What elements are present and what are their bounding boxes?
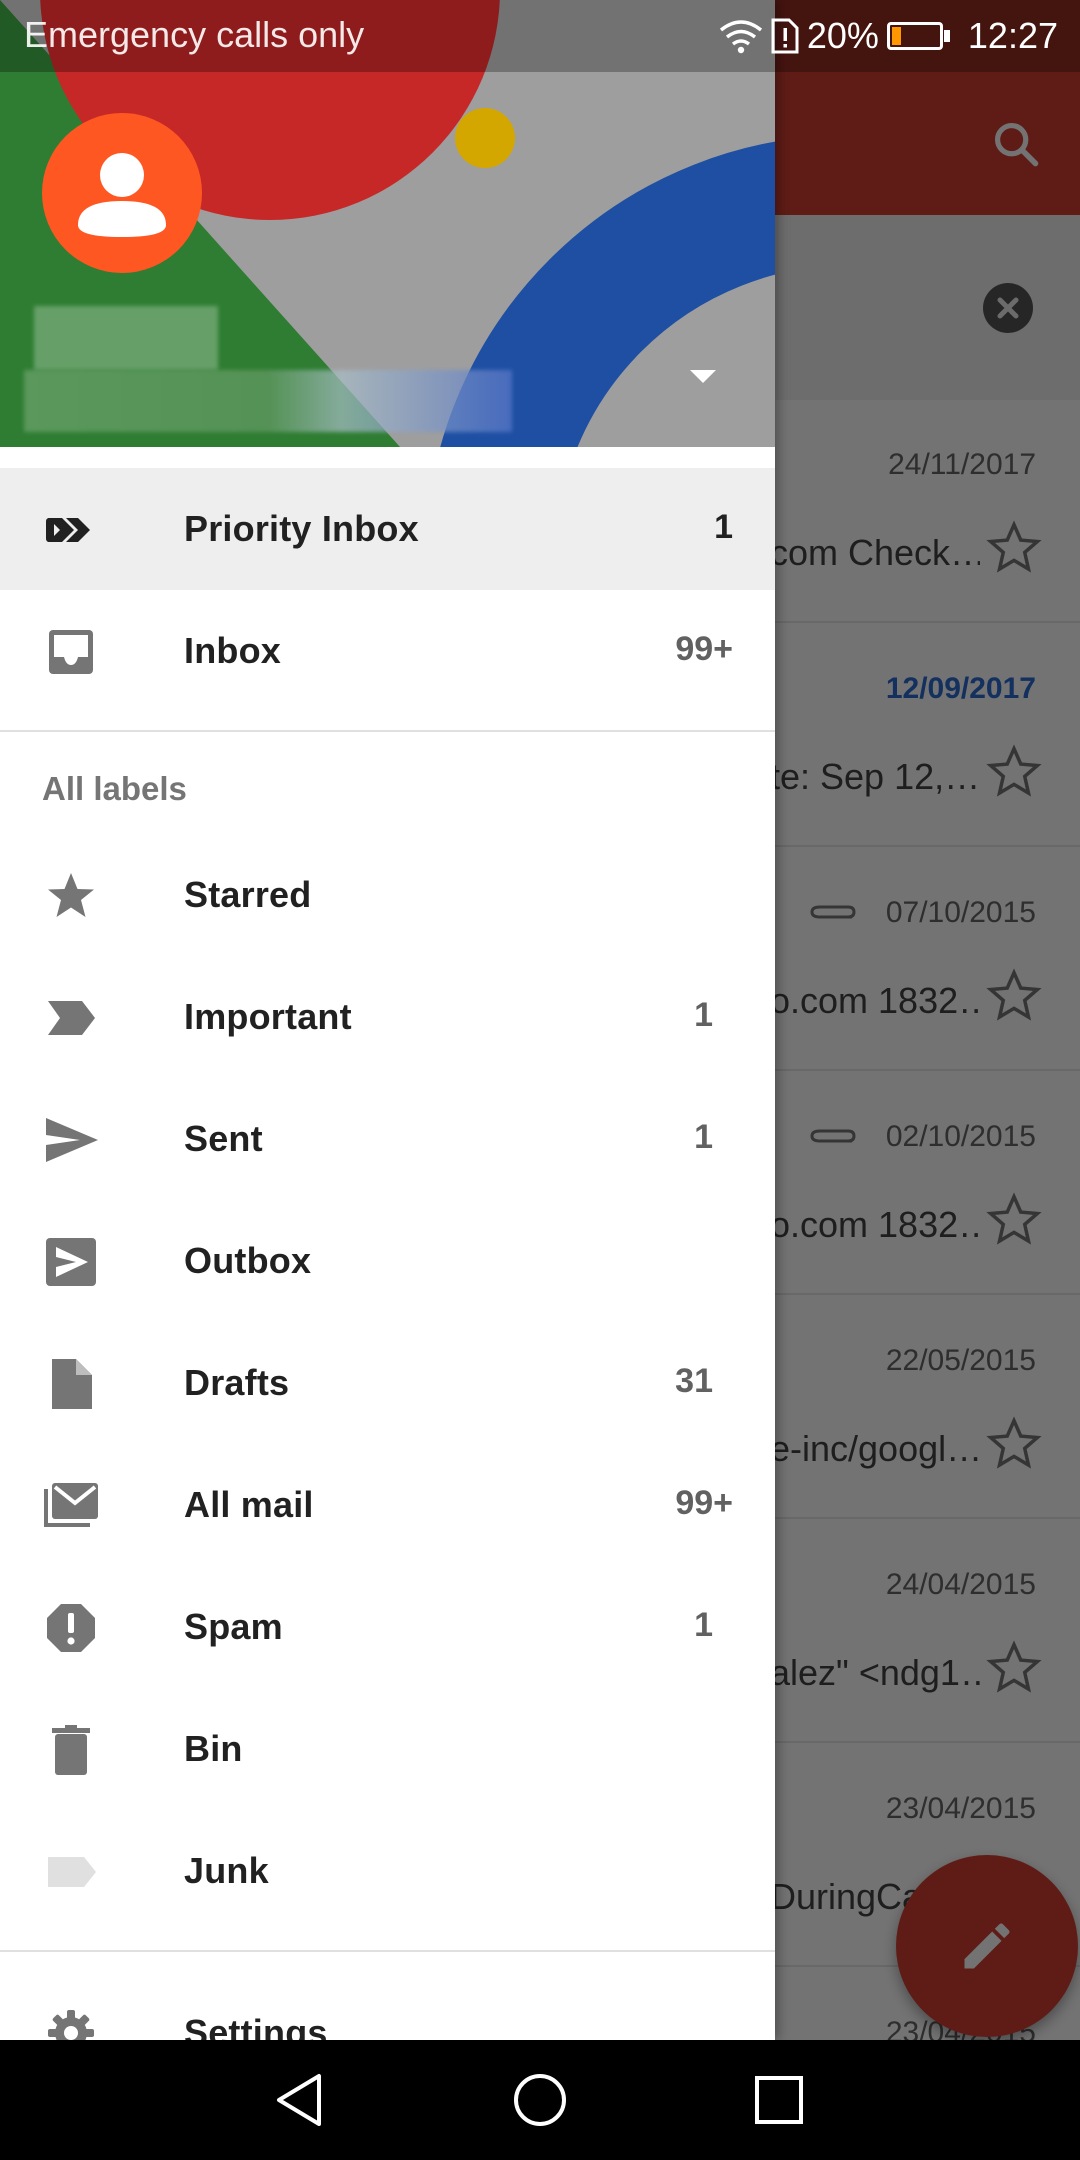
nav-item-junk[interactable]: Junk: [0, 1810, 775, 1932]
battery-icon: [886, 22, 943, 50]
outbox-icon: [46, 1238, 96, 1286]
nav-item-starred[interactable]: Starred: [0, 834, 775, 956]
status-icons: 20% 12:27: [719, 10, 1058, 62]
system-navigation-bar: [0, 2040, 1080, 2160]
nav-label: Priority Inbox: [184, 508, 419, 549]
nav-label: Sent: [184, 1118, 263, 1159]
nav-count: 31: [675, 1362, 713, 1400]
section-divider: [0, 730, 775, 732]
nav-label: Junk: [184, 1850, 269, 1891]
nav-count: 1: [694, 1118, 713, 1156]
nav-item-outbox[interactable]: Outbox: [0, 1200, 775, 1322]
arrow-drop-down-icon[interactable]: [688, 366, 718, 386]
nav-label: Spam: [184, 1606, 283, 1647]
nav-count: 99+: [675, 630, 733, 668]
nav-count: 1: [694, 1606, 713, 1644]
home-icon[interactable]: [510, 2070, 570, 2130]
nav-label: Inbox: [184, 630, 281, 671]
clock: 12:27: [967, 15, 1058, 56]
nav-item-drafts[interactable]: Drafts 31: [0, 1322, 775, 1444]
battery-tip: [943, 30, 950, 42]
nav-label: Outbox: [184, 1240, 312, 1281]
all-mail-icon: [44, 1483, 98, 1527]
wifi-icon: [719, 20, 762, 54]
status-bar: Emergency calls only 20% 12:27: [0, 0, 1080, 72]
nav-count: 1: [694, 996, 713, 1034]
section-header-all-labels: All labels: [42, 770, 187, 807]
nav-item-all-mail[interactable]: All mail 99+: [0, 1444, 775, 1566]
account-avatar[interactable]: [42, 113, 202, 273]
recents-icon[interactable]: [749, 2070, 809, 2130]
draft-icon: [52, 1359, 92, 1409]
footer-divider: [0, 1950, 775, 1952]
nav-label: Drafts: [184, 1362, 290, 1403]
nav-label: Settings: [184, 2012, 328, 2040]
label-icon: [48, 1857, 96, 1887]
nav-label: Starred: [184, 874, 312, 915]
navigation-drawer: Priority Inbox 1 Inbox 99+ All labels St…: [0, 0, 775, 2040]
nav-label: Important: [184, 996, 352, 1037]
priority-inbox-icon: [46, 518, 90, 542]
nav-item-inbox[interactable]: Inbox 99+: [0, 590, 775, 712]
account-circle-icon: [78, 153, 166, 237]
nav-item-spam[interactable]: Spam 1: [0, 1566, 775, 1688]
back-icon[interactable]: [271, 2070, 331, 2130]
sim-alert-icon: [771, 18, 799, 54]
nav-count: 99+: [675, 1484, 733, 1522]
nav-item-sent[interactable]: Sent 1: [0, 1078, 775, 1200]
nav-label: All mail: [184, 1484, 314, 1525]
report-icon: [47, 1604, 95, 1652]
nav-item-settings[interactable]: Settings: [0, 1984, 775, 2040]
nav-label: Bin: [184, 1728, 243, 1769]
battery-level: [891, 27, 901, 45]
settings-icon: [48, 2010, 94, 2040]
nav-item-bin[interactable]: Bin: [0, 1688, 775, 1810]
account-name-redacted: [34, 306, 218, 370]
star-icon: [48, 873, 94, 917]
delete-icon: [52, 1725, 90, 1775]
label-important-icon: [48, 1001, 95, 1035]
nav-item-priority-inbox[interactable]: Priority Inbox 1: [0, 468, 775, 590]
nav-item-important[interactable]: Important 1: [0, 956, 775, 1078]
account-email-redacted: [24, 370, 512, 432]
nav-count: 1: [714, 508, 733, 546]
send-icon: [46, 1118, 98, 1162]
inbox-icon: [49, 630, 93, 674]
battery-percent: 20%: [806, 15, 879, 56]
carrier-text: Emergency calls only: [24, 14, 365, 55]
